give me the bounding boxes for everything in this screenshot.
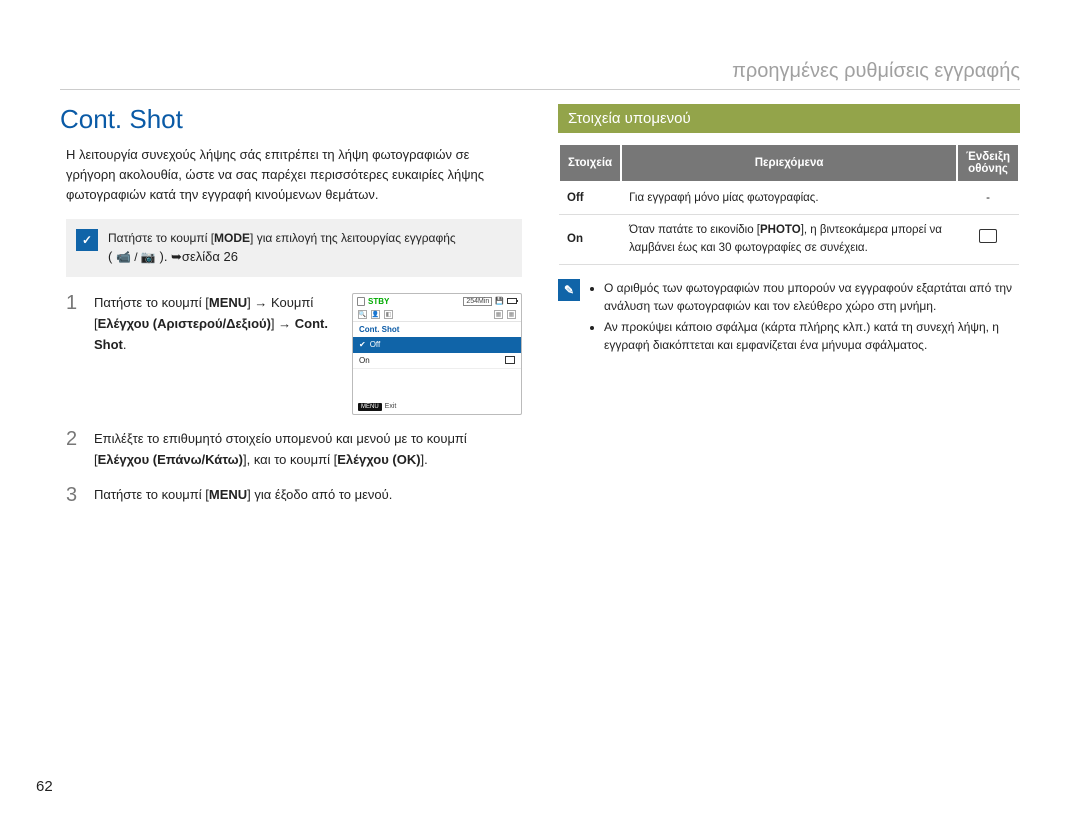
- intro-paragraph: Η λειτουργία συνεχούς λήψης σάς επιτρέπε…: [66, 145, 510, 205]
- scn-icon: ▦: [494, 310, 503, 319]
- tip-pre: Πατήστε το κουμπί [: [108, 231, 214, 245]
- lcd-bottom-row: MENU Exit: [353, 400, 521, 414]
- row-on-item: On: [559, 215, 621, 265]
- s2-text2: ], και το κουμπί [: [243, 452, 337, 467]
- running-head: προηγμένες ρυθμίσεις εγγραφής: [60, 60, 1020, 90]
- s2-text3: ].: [421, 452, 428, 467]
- contshot-display-icon: [979, 229, 997, 243]
- submenu-heading: Στοιχεία υπομενού: [558, 104, 1020, 133]
- page-number: 62: [36, 778, 53, 795]
- note-box: ✎ Ο αριθμός των φωτογραφιών που μπορούν …: [558, 279, 1020, 357]
- note-list: Ο αριθμός των φωτογραφιών που μπορούν να…: [590, 279, 1020, 357]
- section-title: Cont. Shot: [60, 104, 522, 135]
- submenu-table: Στοιχεία Περιεχόμενα Ένδειξη οθόνης Off …: [558, 143, 1020, 265]
- lcd-title: Cont. Shot: [353, 322, 521, 337]
- row-off-disp: -: [957, 182, 1019, 215]
- contshot-small-icon: [505, 356, 515, 364]
- tip-post: ] για επιλογή της λειτουργίας εγγραφής: [250, 231, 456, 245]
- mode-tip-box: ✓ Πατήστε το κουμπί [MODE] για επιλογή τ…: [66, 219, 522, 277]
- row-off-item: Off: [559, 182, 621, 215]
- s1-text3: ] →: [271, 316, 295, 331]
- s2-ctrl-ok: Ελέγχου (ΟΚ): [337, 452, 420, 467]
- person-icon: 👤: [371, 310, 380, 319]
- lcd-stby: STBY: [368, 297, 389, 306]
- tip-text: Πατήστε το κουμπί [MODE] για επιλογή της…: [108, 229, 456, 267]
- note-item: Αν προκύψει κάποιο σφάλμα (κάρτα πλήρης …: [604, 318, 1020, 354]
- s1-text: Πατήστε το κουμπί [: [94, 295, 209, 310]
- s1-ctrl-lr: Ελέγχου (Αριστερού/Δεξιού): [98, 316, 271, 331]
- step-2-body: Επιλέξτε το επιθυμητό στοιχείο υπομενού …: [94, 429, 522, 471]
- battery-icon: [507, 298, 517, 304]
- camera-glyph: 📷: [141, 250, 156, 264]
- step-1: 1 Πατήστε το κουμπί [MENU] → Κουμπί [Ελέ…: [66, 293, 522, 415]
- video-glyph: 📹: [116, 250, 131, 264]
- s3-text: Πατήστε το κουμπί [: [94, 487, 209, 502]
- row-on-photo: PHOTO: [760, 224, 801, 236]
- note-item: Ο αριθμός των φωτογραφιών που μπορούν να…: [604, 279, 1020, 315]
- step-1-body: Πατήστε το κουμπί [MENU] → Κουμπί [Ελέγχ…: [94, 293, 338, 355]
- check-small-icon: ✔: [359, 340, 366, 349]
- step-number: 1: [66, 293, 82, 313]
- lcd-exit-label: Exit: [385, 403, 397, 410]
- lcd-icon-row: 🔍 👤 ◧ ▦ ▦: [353, 308, 521, 322]
- row-on-disp: [957, 215, 1019, 265]
- video-icon: (: [108, 249, 116, 264]
- page-ref: ). ➥σελίδα 26: [156, 249, 238, 264]
- s2-ctrl-ud: Ελέγχου (Επάνω/Κάτω): [98, 452, 243, 467]
- card-icon: [357, 297, 365, 306]
- menu-badge: MENU: [358, 403, 382, 411]
- lcd-option-off: ✔ Off: [353, 337, 521, 353]
- table-row: On Όταν πατάτε το εικονίδιο [PHOTO], η β…: [559, 215, 1019, 265]
- lcd-option-on: On: [353, 353, 521, 369]
- step-3-body: Πατήστε το κουμπί [MENU] για έξοδο από τ…: [94, 485, 522, 506]
- grid-icon: ▦: [507, 310, 516, 319]
- step-number: 2: [66, 429, 82, 449]
- s1-period: .: [123, 337, 127, 352]
- th-contents: Περιεχόμενα: [621, 144, 957, 182]
- card-small-icon: 💾: [495, 297, 504, 305]
- step-2: 2 Επιλέξτε το επιθυμητό στοιχείο υπομενο…: [66, 429, 522, 471]
- note-icon: ✎: [558, 279, 580, 301]
- check-icon: ✓: [76, 229, 98, 251]
- row-on-text-a: Όταν πατάτε το εικονίδιο [: [629, 224, 760, 236]
- row-on-desc: Όταν πατάτε το εικονίδιο [PHOTO], η βιντ…: [621, 215, 957, 265]
- s3-menu: MENU: [209, 487, 247, 502]
- lcd-time: 254Min: [463, 297, 492, 306]
- step-3: 3 Πατήστε το κουμπί [MENU] για έξοδο από…: [66, 485, 522, 506]
- zoom-icon: 🔍: [358, 310, 367, 319]
- lcd-off-label: Off: [370, 340, 381, 349]
- lcd-top-row: STBY 254Min 💾: [353, 294, 521, 308]
- table-row: Off Για εγγραφή μόνο μίας φωτογραφίας. -: [559, 182, 1019, 215]
- lcd-on-label: On: [359, 356, 370, 365]
- shield-icon: ◧: [384, 310, 393, 319]
- row-off-desc: Για εγγραφή μόνο μίας φωτογραφίας.: [621, 182, 957, 215]
- s3-text2: ] για έξοδο από το μενού.: [247, 487, 392, 502]
- step-number: 3: [66, 485, 82, 505]
- tip-mode: MODE: [214, 231, 250, 245]
- s1-menu: MENU: [209, 295, 247, 310]
- th-items: Στοιχεία: [559, 144, 621, 182]
- th-display: Ένδειξη οθόνης: [957, 144, 1019, 182]
- camera-lcd-mock: STBY 254Min 💾 🔍 👤 ◧: [352, 293, 522, 415]
